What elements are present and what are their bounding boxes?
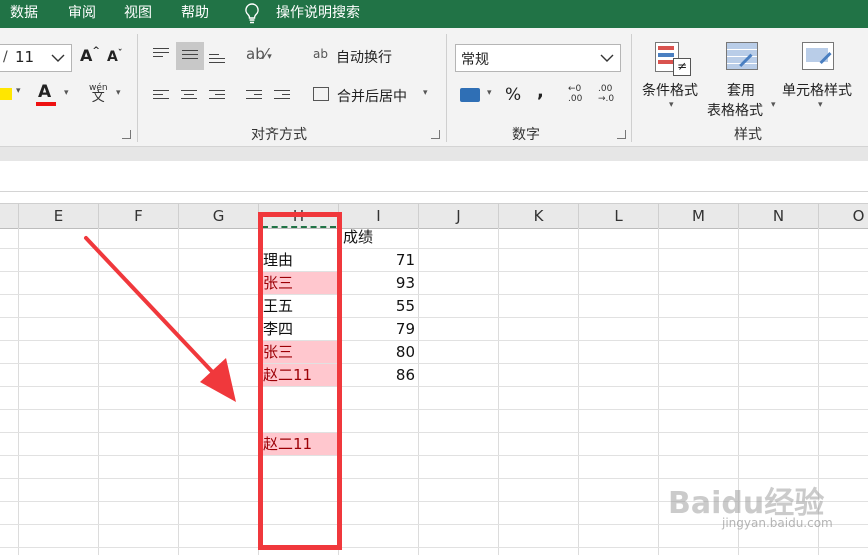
wrap-text-button[interactable]: 自动换行 [336,47,392,67]
menu-data[interactable]: 数据 [10,0,38,28]
cell-I-header[interactable]: 成绩 [339,226,382,248]
ribbon-bottom-strip [0,147,868,161]
column-header-row: E F G H I J K L M N O [0,203,868,229]
increase-decimal-icon[interactable]: ←0.00 [568,84,582,104]
conditional-formatting-button[interactable]: 条件格式 [642,80,698,100]
align-top-icon[interactable] [153,48,169,62]
chevron-down-icon [51,54,65,62]
column-header-O[interactable]: O [819,204,868,228]
font-size-dropdown[interactable]: / 11 [0,44,72,72]
column-header-D[interactable] [0,204,19,228]
comma-style-button[interactable]: , [537,81,544,102]
column-header-G[interactable]: G [179,204,259,228]
column-header-L[interactable]: L [579,204,659,228]
percent-style-button[interactable]: % [505,85,521,105]
wrap-text-icon: ab [313,47,328,61]
font-dialog-launcher[interactable] [122,130,131,139]
font-color-icon[interactable]: A [38,82,51,102]
chevron-down-icon [600,54,614,62]
decrease-font-size-icon[interactable]: Aˇ [107,49,122,65]
merge-center-button[interactable]: 合并后居中 [337,86,407,106]
alignment-group-label: 对齐方式 [251,127,307,143]
font-size-value: 11 [15,48,35,66]
align-bottom-icon[interactable] [209,54,225,68]
number-format-value: 常规 [461,52,489,68]
format-as-table-icon [726,42,764,79]
number-dialog-launcher[interactable] [617,130,626,139]
format-as-table-line1[interactable]: 套用 [727,80,755,100]
ribbon: / 11 A^ Aˇ ▾ A ▾ wén 文 ▾ ab⁄▾ ab 自动换行 合并后… [0,28,868,147]
align-left-icon[interactable] [153,90,169,104]
align-middle-icon [182,50,198,64]
column-header-J[interactable]: J [419,204,499,228]
column-header-K[interactable]: K [499,204,579,228]
cell-I-row5[interactable]: 79 [339,318,415,340]
lightbulb-icon[interactable] [244,0,260,28]
tell-me-search[interactable]: 操作说明搜索 [276,0,360,28]
menu-bar: 数据 审阅 视图 帮助 操作说明搜索 [0,0,868,28]
align-center-icon[interactable] [181,90,197,104]
alignment-dialog-launcher[interactable] [431,130,440,139]
column-header-M[interactable]: M [659,204,739,228]
increase-font-size-icon[interactable]: A^ [80,46,100,65]
column-header-F[interactable]: F [99,204,179,228]
fill-color-icon[interactable] [0,88,12,100]
number-format-dropdown[interactable]: 常规 [455,44,621,72]
number-group-label: 数字 [512,127,540,143]
styles-group-label: 样式 [734,127,762,143]
cell-I-row2[interactable]: 71 [339,249,415,271]
align-right-icon[interactable] [209,90,225,104]
decrease-indent-icon[interactable] [246,90,262,104]
annotation-arrow-icon [84,236,236,402]
column-header-E[interactable]: E [19,204,99,228]
watermark-url: jingyan.baidu.com [722,516,833,530]
cell-I-row3[interactable]: 93 [339,272,415,294]
merge-center-icon [313,87,329,101]
cell-I-row6[interactable]: 80 [339,341,415,363]
conditional-formatting-icon: ≠ [655,42,691,76]
column-header-N[interactable]: N [739,204,819,228]
accounting-format-icon[interactable] [460,88,480,102]
column-header-I[interactable]: I [339,204,419,228]
cell-I-row7[interactable]: 86 [339,364,415,386]
annotation-highlight-box [258,212,342,550]
font-color-swatch [36,102,56,106]
increase-indent-icon[interactable] [274,90,290,104]
format-as-table-line2[interactable]: 表格格式 [707,100,763,120]
merge-dropdown-icon[interactable]: ▾ [423,88,428,98]
menu-review[interactable]: 审阅 [68,0,96,28]
decrease-decimal-icon[interactable]: .00 →.0 [598,84,614,104]
menu-view[interactable]: 视图 [124,0,152,28]
menu-help[interactable]: 帮助 [181,0,209,28]
cell-styles-icon [802,42,842,76]
cell-styles-button[interactable]: 单元格样式 [782,80,852,100]
cell-I-row4[interactable]: 55 [339,295,415,317]
orientation-icon[interactable]: ab⁄▾ [246,45,272,63]
phonetic-guide-icon[interactable]: wén 文 [89,83,108,104]
